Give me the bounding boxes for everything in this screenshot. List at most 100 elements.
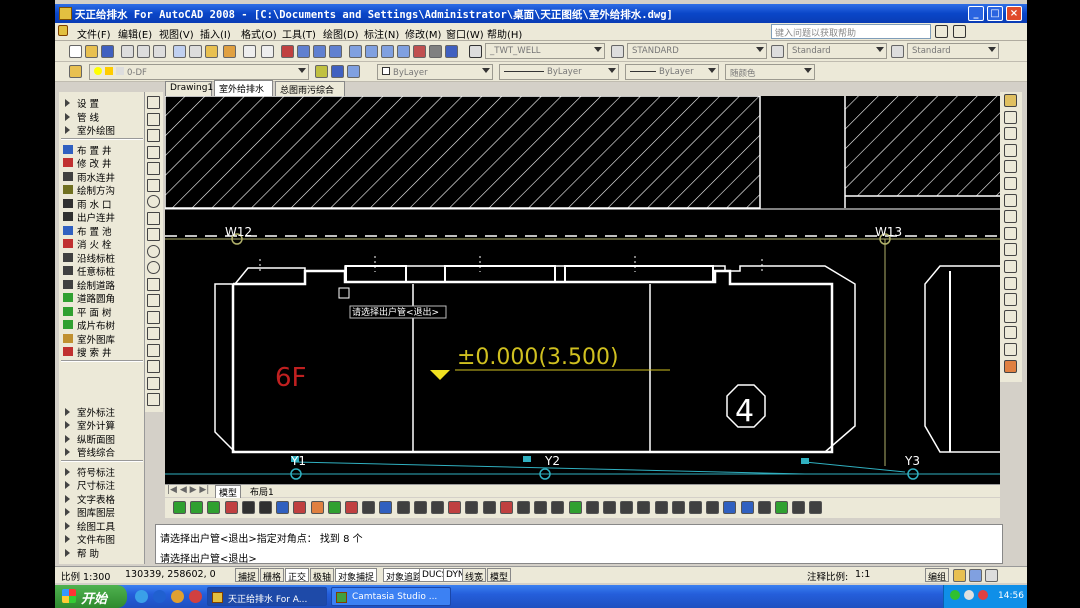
tangent-tool-29-icon[interactable] xyxy=(671,501,685,514)
arc-icon[interactable] xyxy=(147,178,160,192)
extend-icon[interactable] xyxy=(1004,260,1017,273)
menu-item-8[interactable]: 出户连井 xyxy=(61,210,145,224)
scale-icon[interactable] xyxy=(1004,210,1017,224)
osnap-toggle[interactable]: 对象捕捉 xyxy=(335,568,378,583)
model-toggle[interactable]: 模型 xyxy=(487,568,512,583)
break-point-icon[interactable] xyxy=(1004,276,1017,290)
tangent-tool-6-icon[interactable] xyxy=(276,501,290,514)
snap-toggle[interactable]: 捕捉 xyxy=(235,568,260,583)
copy-object-icon[interactable] xyxy=(1004,110,1017,124)
cut-icon[interactable] xyxy=(173,45,186,58)
menu-edit[interactable]: 编辑(E) xyxy=(118,26,152,41)
polygon-icon[interactable] xyxy=(147,145,160,159)
erase-icon[interactable] xyxy=(1004,94,1017,107)
tangent-tool-21-icon[interactable] xyxy=(534,501,548,514)
tangent-tool-32-icon[interactable] xyxy=(723,501,737,514)
undo-icon[interactable] xyxy=(243,45,256,58)
menu-item-29[interactable]: 帮 助 xyxy=(61,546,145,560)
doc-icon[interactable] xyxy=(58,25,68,36)
task-camtasia[interactable]: Camtasia Studio ... xyxy=(331,587,451,606)
tangent-tool-9-icon[interactable] xyxy=(327,501,341,514)
menu-item-14[interactable]: 道路圆角 xyxy=(61,291,145,305)
construction-line-icon[interactable] xyxy=(147,112,160,126)
lock-icon[interactable] xyxy=(953,569,966,582)
publish-icon[interactable] xyxy=(153,45,166,58)
tangent-tool-1-icon[interactable] xyxy=(190,501,204,514)
task-tangent[interactable]: 天正给排水 For A... xyxy=(207,587,327,606)
menu-item-9[interactable]: 布 置 池 xyxy=(61,224,145,238)
tangent-tool-4-icon[interactable] xyxy=(241,501,255,514)
save-icon[interactable] xyxy=(101,45,114,58)
text-style-select[interactable]: _TWT_WELL xyxy=(485,43,605,59)
menu-window[interactable]: 窗口(W) xyxy=(446,26,484,41)
tangent-tool-3-icon[interactable] xyxy=(224,501,238,514)
line-icon[interactable] xyxy=(147,96,160,109)
properties-icon[interactable] xyxy=(349,45,362,58)
drawing-canvas[interactable]: W12 W13 ±0.000(3.500) 6F 4 Y1 Y2 Y3 请选择出… xyxy=(165,96,1000,484)
grid-toggle[interactable]: 栅格 xyxy=(260,568,285,583)
sheet-set-icon[interactable] xyxy=(397,45,410,58)
tab-outdoor-water[interactable]: 室外给排水 xyxy=(214,80,273,96)
stretch-icon[interactable] xyxy=(1004,226,1017,240)
mleader-style-select[interactable]: Standard xyxy=(907,43,999,59)
tangent-tool-7-icon[interactable] xyxy=(293,501,307,514)
menu-item-6[interactable]: 绘制方沟 xyxy=(61,183,145,197)
dim-style-select[interactable]: STANDARD xyxy=(627,43,767,59)
tangent-tool-31-icon[interactable] xyxy=(706,501,720,514)
ellipse-arc-icon[interactable] xyxy=(147,261,160,274)
clean-screen-icon[interactable] xyxy=(985,569,998,582)
layer-manager-icon[interactable] xyxy=(69,65,82,78)
menu-item-21[interactable]: 纵断面图 xyxy=(61,432,145,446)
tangent-tool-36-icon[interactable] xyxy=(792,501,806,514)
menu-item-7[interactable]: 雨 水 口 xyxy=(61,197,145,211)
table-style-icon[interactable] xyxy=(771,45,784,58)
polar-toggle[interactable]: 极轴 xyxy=(310,568,335,583)
menu-item-5[interactable]: 雨水连井 xyxy=(61,170,145,184)
make-current-icon[interactable] xyxy=(315,65,328,78)
menu-item-11[interactable]: 沿线标桩 xyxy=(61,251,145,265)
tangent-tool-20-icon[interactable] xyxy=(517,501,530,514)
menu-item-23[interactable]: 符号标注 xyxy=(61,465,145,479)
layer-state-icon[interactable] xyxy=(347,65,360,78)
show-desktop-icon[interactable] xyxy=(135,590,148,603)
tangent-tool-23-icon[interactable] xyxy=(568,501,582,514)
tangent-tool-15-icon[interactable] xyxy=(431,501,444,514)
paste-icon[interactable] xyxy=(205,45,218,58)
annotation-scale-value[interactable]: 1:1 xyxy=(855,569,870,580)
offset-icon[interactable] xyxy=(1004,143,1017,157)
layer-previous-icon[interactable] xyxy=(331,65,344,78)
tangent-tool-10-icon[interactable] xyxy=(345,501,358,514)
gradient-icon[interactable] xyxy=(147,343,160,357)
ortho-toggle[interactable]: 正交 xyxy=(285,568,310,583)
lineweight-toggle[interactable]: 线宽 xyxy=(462,568,487,583)
tangent-tool-28-icon[interactable] xyxy=(654,501,668,514)
tangent-tool-35-icon[interactable] xyxy=(775,501,788,514)
menu-item-25[interactable]: 文字表格 xyxy=(61,492,145,506)
menu-item-13[interactable]: 绘制道路 xyxy=(61,278,145,292)
design-center-icon[interactable] xyxy=(365,45,378,58)
tab-drawing1[interactable]: Drawing1 xyxy=(165,81,213,96)
tab-layout1[interactable]: 布局1 xyxy=(247,485,277,498)
menu-item-18[interactable]: 搜 索 井 xyxy=(61,345,145,359)
markup-icon[interactable] xyxy=(413,45,426,58)
command-window[interactable]: 请选择出户管<退出>指定对角点： 找到 8 个 请选择出户管<退出> xyxy=(155,524,1003,565)
open-icon[interactable] xyxy=(85,45,98,58)
match-prop-icon[interactable] xyxy=(223,45,236,58)
media-icon[interactable] xyxy=(171,590,184,603)
region-icon[interactable] xyxy=(147,360,160,373)
tangent-tool-16-icon[interactable] xyxy=(448,501,462,514)
tangent-tool-30-icon[interactable] xyxy=(689,501,702,514)
tangent-tool-27-icon[interactable] xyxy=(637,501,651,514)
tangent-tool-22-icon[interactable] xyxy=(551,501,565,514)
ellipse-icon[interactable] xyxy=(147,244,160,258)
linetype-select[interactable]: ByLayer xyxy=(499,64,619,80)
tangent-tool-14-icon[interactable] xyxy=(413,501,427,514)
plot-style-select[interactable]: 随颜色 xyxy=(725,64,815,80)
tangent-tool-17-icon[interactable] xyxy=(465,501,479,514)
menu-draw[interactable]: 绘图(D) xyxy=(323,26,359,41)
rectangle-icon[interactable] xyxy=(147,162,160,175)
menu-help[interactable]: 帮助(H) xyxy=(487,26,522,41)
volume-icon[interactable] xyxy=(964,590,974,600)
mtext-icon[interactable] xyxy=(147,393,160,406)
tab-nav-arrows[interactable]: |◀ ◀ ▶ ▶| xyxy=(167,485,209,495)
